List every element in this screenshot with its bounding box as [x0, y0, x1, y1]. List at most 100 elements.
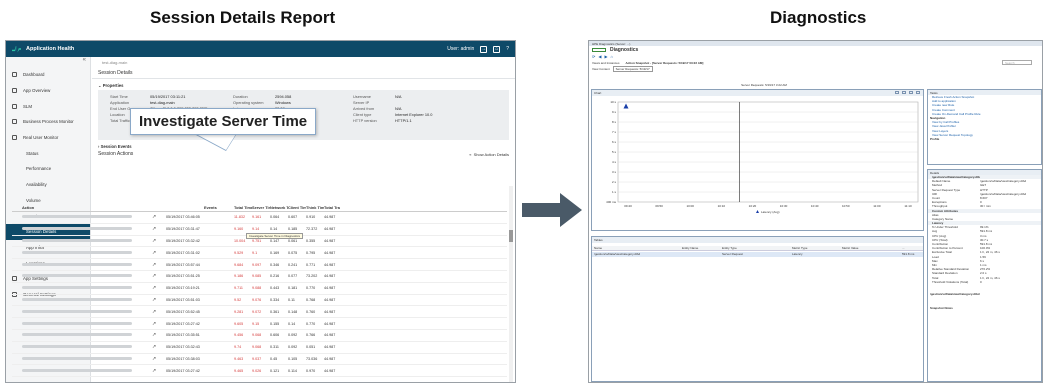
table-row[interactable]: ↗ 05/19/2017 03:32:43 9.74 9.068 0.311 0.092 0… [12, 342, 507, 354]
y-tick-label: 5 s [612, 150, 617, 154]
action-name-cell[interactable] [12, 356, 152, 361]
tables-column-header[interactable]: Metric Type [790, 246, 840, 250]
table-row[interactable]: ↗ 05/19/2017 03:52:45 9.281 9.072 0.361 0.148… [12, 306, 507, 319]
action-name-cell[interactable] [12, 238, 152, 243]
tables-column-header[interactable]: Name [592, 246, 680, 250]
sidebar-collapse-button[interactable]: « [6, 57, 90, 67]
table-row[interactable]: ↗ 05/19/2017 03:27:42 9.605 9.15 0.155 0.14 0.… [12, 318, 507, 330]
investigate-diagnostics-icon[interactable]: ↗ [152, 321, 166, 327]
tables-column-header[interactable]: ... [900, 246, 920, 250]
tab-views[interactable]: Views and Instances [592, 61, 619, 65]
sidebar-item-dashboard[interactable]: Dashboard [6, 67, 90, 83]
metric-cell: 9.068 [252, 345, 262, 350]
investigate-diagnostics-icon[interactable]: ↗ [152, 344, 166, 350]
logout-icon[interactable]: → [480, 45, 488, 53]
investigate-diagnostics-icon[interactable]: ↗ [152, 238, 166, 244]
x-tick-label: 10:30 [780, 204, 788, 208]
investigate-diagnostics-icon[interactable]: ↗ [152, 356, 166, 362]
refresh-icon[interactable]: ⟳ [592, 54, 595, 59]
action-name-cell[interactable] [12, 227, 152, 231]
tables-selected-row[interactable]: /gestion/svData/viewCategory.dtbd Server … [592, 252, 923, 257]
action-name-cell[interactable] [12, 368, 152, 373]
investigate-diagnostics-icon[interactable]: ↗ [152, 250, 166, 256]
column-header[interactable]: Server Time [252, 205, 270, 210]
table-row[interactable]: ↗ 05/19/2017 03:35:51 9.456 9.068 0.606 0.092… [12, 330, 507, 342]
metric-cell: 0.770 [306, 286, 316, 291]
sidebar-item-app-overview[interactable]: App Overview [6, 83, 90, 99]
chart-tool-icon[interactable] [909, 91, 913, 94]
investigate-diagnostics-icon[interactable]: ↗ [152, 273, 166, 279]
chart-tool-icon[interactable] [916, 91, 920, 94]
sidebar-item-label: Volume [26, 197, 41, 203]
investigate-diagnostics-icon[interactable]: ↗ [152, 285, 166, 291]
back-icon[interactable]: ◀ [598, 54, 601, 59]
investigate-diagnostics-icon[interactable]: ↗ [152, 214, 166, 220]
column-header[interactable]: Think Time [306, 205, 324, 210]
show-action-details-link[interactable]: « Show Action Details [469, 152, 509, 157]
start-date-cell: 05/19/2017 03:51:25 [166, 274, 200, 279]
action-name-cell[interactable] [12, 321, 152, 326]
investigate-diagnostics-icon[interactable]: ↗ [152, 332, 166, 338]
table-row[interactable]: ↗ 05/19/2017 03:38:03 9.463 9.037 0.45 0.105 7… [12, 354, 507, 366]
session-events-header[interactable]: › Session Events [92, 140, 515, 149]
search-input[interactable]: Search [1002, 60, 1032, 65]
redacted-action [22, 227, 132, 231]
table-row[interactable]: ↗ 05/19/2017 03:57:44 9.684 9.097 0.346 0.241… [12, 259, 507, 271]
chart-tool-icon[interactable] [895, 91, 899, 94]
action-name-cell[interactable] [12, 250, 152, 255]
metric-cell: 0.760 [306, 309, 316, 314]
app-selector[interactable]: test-diag-main [92, 57, 515, 67]
table-scrollbar[interactable] [509, 186, 513, 382]
column-header[interactable]: Action [12, 205, 152, 210]
tab-action-snapshot[interactable]: Action Snapshot - [Server Requests: 5/19… [625, 61, 703, 65]
sidebar-item-performance[interactable]: Performance [6, 161, 90, 177]
table-row[interactable]: ↗ 05/19/2017 03:27:42 9.465 9.026 0.121 0.114… [12, 365, 507, 378]
investigate-diagnostics-icon[interactable]: ↗ [152, 297, 166, 303]
action-name-cell[interactable] [12, 262, 152, 267]
sidebar-item-slm[interactable]: SLM [6, 98, 90, 114]
column-header[interactable]: Total Time [234, 205, 252, 210]
tables-column-header[interactable]: Entity Name [680, 246, 720, 250]
column-header[interactable]: Total Tra [324, 205, 342, 210]
metric-cell: 9.076 [252, 297, 262, 302]
forward-icon[interactable]: ▶ [604, 54, 607, 59]
table-row[interactable]: ↗ 05/19/2017 03:19:21 9.711 9.088 0.443 0.181… [12, 283, 507, 295]
metric-cell: 0.061 [288, 238, 298, 243]
investigate-diagnostics-icon[interactable]: ↗ [152, 309, 166, 315]
table-row[interactable]: ↗ 05/19/2017 03:31:02 9.529 9.1 0.169 0.075 0.… [12, 247, 507, 260]
tables-column-header[interactable]: Metric Value [840, 246, 900, 250]
metric-cell: 0.181 [288, 286, 298, 291]
action-name-cell[interactable] [12, 309, 152, 314]
investigate-diagnostics-icon[interactable]: ↗ [152, 368, 166, 374]
table-row[interactable]: ↗ 05/19/2017 03:51:25 9.186 9.085 0.216 0.077… [12, 271, 507, 283]
tables-panel-title: Tables [592, 237, 923, 243]
action-name-cell[interactable] [12, 274, 152, 278]
action-name-cell[interactable] [12, 215, 152, 219]
column-header[interactable]: Events [204, 205, 234, 210]
column-header[interactable]: Network Time [270, 205, 288, 210]
user-label[interactable]: User: admin [447, 46, 474, 52]
home-icon[interactable]: ⌂ [493, 45, 501, 53]
sidebar-item-status[interactable]: Status [6, 145, 90, 161]
column-header[interactable]: Client Time [288, 205, 306, 210]
sidebar-item-real-user-monitor[interactable]: Real User Monitor [6, 130, 90, 146]
investigate-diagnostics-icon[interactable]: ↗ [152, 226, 166, 232]
action-name-cell[interactable] [12, 286, 152, 290]
help-icon[interactable]: ? [506, 46, 509, 52]
investigate-diagnostics-icon[interactable]: ↗ [152, 262, 166, 268]
table-row[interactable]: ↗ 05/19/2017 03:51:03 9.52 9.076 0.334 0.11 0.… [12, 295, 507, 307]
metric-cell: 0.121 [270, 368, 280, 373]
home-icon[interactable]: ⌂ [611, 54, 613, 59]
chart-tool-icon[interactable] [902, 91, 906, 94]
table-row[interactable]: ↗ 05/19/2017 03:46:05 11.832 9.161 0.064 0.60… [12, 212, 507, 224]
action-name-cell[interactable] [12, 333, 152, 337]
action-name-cell[interactable] [12, 297, 152, 302]
metric-cell: 0.051 [306, 345, 316, 350]
sidebar-item-availability[interactable]: Availability [6, 177, 90, 193]
sidebar-item-business-process-monitor[interactable]: Business Process Monitor [6, 114, 90, 130]
properties-header[interactable]: ⌄ Properties [92, 79, 515, 90]
view-context-select[interactable]: Server Requests: 5/19/17 [612, 66, 653, 72]
tables-header-row: Name Entity Name Entity Type Metric Type Met… [592, 246, 923, 251]
action-name-cell[interactable] [12, 345, 152, 349]
tables-column-header[interactable]: Entity Type [720, 246, 790, 250]
